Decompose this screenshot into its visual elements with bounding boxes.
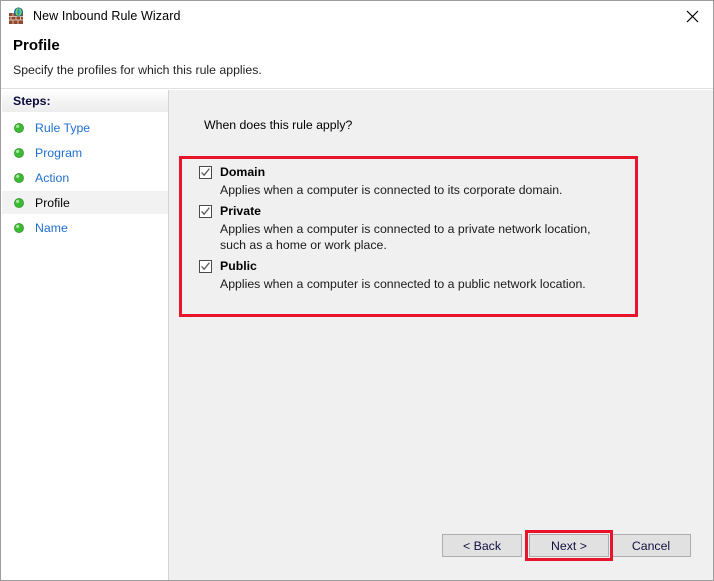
profile-option-domain: Domain Applies when a computer is connec…	[199, 165, 619, 198]
public-checkbox[interactable]	[199, 260, 212, 273]
back-button[interactable]: < Back	[442, 534, 522, 557]
green-bullet-icon	[13, 197, 25, 209]
page-title: Profile	[13, 37, 60, 54]
green-bullet-icon	[13, 122, 25, 134]
next-button[interactable]: Next >	[529, 534, 609, 557]
sidebar-item-label: Name	[35, 220, 68, 235]
profile-option-label: Domain	[220, 165, 266, 179]
sidebar-item-label: Profile	[35, 195, 70, 210]
question-label: When does this rule apply?	[204, 118, 353, 132]
sidebar-item-label: Program	[35, 145, 83, 160]
sidebar-item-action[interactable]: Action	[2, 166, 168, 189]
close-icon[interactable]	[670, 1, 713, 31]
sidebar-item-profile[interactable]: Profile	[2, 191, 168, 214]
profile-option-header: Public	[199, 259, 619, 273]
title-bar: New Inbound Rule Wizard	[1, 1, 713, 31]
cancel-button[interactable]: Cancel	[611, 534, 691, 557]
profile-option-public: Public Applies when a computer is connec…	[199, 259, 619, 292]
profile-option-header: Private	[199, 204, 619, 218]
sidebar-item-program[interactable]: Program	[2, 141, 168, 164]
green-bullet-icon	[13, 172, 25, 184]
steps-sidebar: Steps: Rule Type Program Action Profile …	[2, 90, 169, 580]
profile-option-label: Private	[220, 204, 262, 218]
profile-option-private: Private Applies when a computer is conne…	[199, 204, 619, 253]
profile-option-description: Applies when a computer is connected to …	[220, 222, 591, 252]
domain-checkbox[interactable]	[199, 166, 212, 179]
new-inbound-rule-wizard-window: New Inbound Rule Wizard Profile Specify …	[0, 0, 714, 581]
firewall-brick-globe-icon	[8, 7, 26, 25]
window-title: New Inbound Rule Wizard	[33, 9, 181, 23]
page-header: Profile Specify the profiles for which t…	[1, 31, 713, 89]
green-bullet-icon	[13, 147, 25, 159]
profile-option-description: Applies when a computer is connected to …	[220, 183, 563, 197]
page-subtitle: Specify the profiles for which this rule…	[13, 63, 262, 77]
sidebar-item-name[interactable]: Name	[2, 216, 168, 239]
steps-heading: Steps:	[2, 90, 168, 112]
profile-option-header: Domain	[199, 165, 619, 179]
sidebar-item-label: Action	[35, 170, 70, 185]
profile-option-description: Applies when a computer is connected to …	[220, 277, 586, 291]
green-bullet-icon	[13, 222, 25, 234]
wizard-footer: < Back Next > Cancel	[169, 526, 713, 580]
steps-heading-label: Steps:	[13, 94, 51, 108]
profile-checkbox-group: Domain Applies when a computer is connec…	[199, 165, 619, 298]
main-content: When does this rule apply? Domain Applie…	[169, 90, 713, 580]
sidebar-item-label: Rule Type	[35, 120, 91, 135]
profile-option-label: Public	[220, 259, 257, 273]
sidebar-item-rule-type[interactable]: Rule Type	[2, 116, 168, 139]
private-checkbox[interactable]	[199, 205, 212, 218]
